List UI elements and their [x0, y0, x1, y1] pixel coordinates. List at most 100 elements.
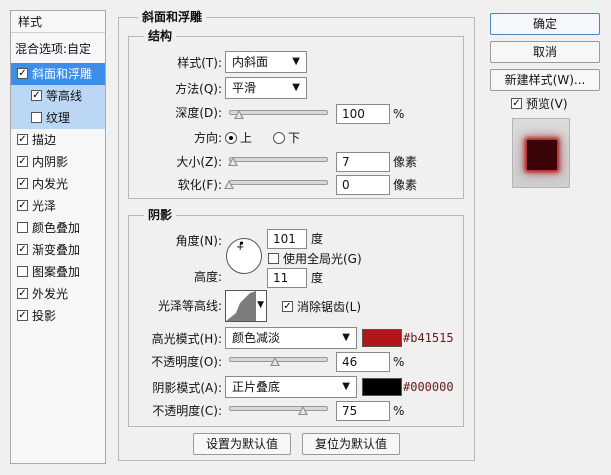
shadow-opacity-input[interactable]: 75	[336, 401, 390, 421]
checkbox-icon[interactable]	[31, 112, 42, 123]
checkbox-icon[interactable]: ✓	[17, 200, 28, 211]
chevron-down-icon: ▼	[292, 56, 300, 67]
make-default-button[interactable]: 设置为默认值	[193, 433, 291, 455]
antialias-label: 消除锯齿(L)	[297, 300, 362, 314]
depth-slider-thumb[interactable]	[233, 110, 244, 119]
effect-item-label: 投影	[32, 309, 57, 323]
effect-item-label: 纹理	[46, 111, 71, 125]
new-style-button[interactable]: 新建样式(W)...	[490, 69, 600, 91]
preview-label: 预览(V)	[526, 97, 568, 111]
chevron-down-icon: ▼	[342, 381, 350, 392]
checkbox-icon[interactable]	[17, 222, 28, 233]
checkbox-icon[interactable]: ✓	[17, 288, 28, 299]
cancel-button[interactable]: 取消	[490, 41, 600, 63]
depth-unit: %	[393, 107, 405, 121]
checkbox-icon[interactable]: ✓	[17, 68, 28, 79]
size-unit: 像素	[393, 155, 418, 169]
preview-sample-swatch	[527, 140, 557, 170]
effect-item[interactable]: 颜色叠加	[11, 217, 105, 239]
soften-label: 软化(F):	[177, 178, 222, 192]
checkbox-icon[interactable]: ✓	[17, 244, 28, 255]
radio-on-icon	[225, 131, 237, 144]
effect-item[interactable]: ✓ 斜面和浮雕	[11, 63, 105, 85]
highlight-opacity-slider-thumb[interactable]	[269, 357, 280, 366]
altitude-input[interactable]: 11	[267, 268, 307, 288]
soften-slider-thumb[interactable]	[224, 180, 234, 189]
checkbox-icon[interactable]: ✓	[17, 156, 28, 167]
checkbox-icon[interactable]: ✓	[17, 134, 28, 145]
effect-item-label: 描边	[32, 133, 57, 147]
effect-item[interactable]: ✓ 外发光	[11, 283, 105, 305]
effect-item-label: 光泽	[32, 199, 57, 213]
blending-options-item[interactable]: 混合选项:自定	[11, 38, 105, 60]
highlight-color-swatch[interactable]	[362, 329, 402, 347]
effect-item-label: 图案叠加	[32, 265, 81, 279]
shadow-opacity-slider-thumb[interactable]	[298, 406, 309, 415]
altitude-label: 高度:	[193, 270, 222, 284]
effect-item[interactable]: ✓ 内发光	[11, 173, 105, 195]
effect-item[interactable]: ✓ 投影	[11, 305, 105, 327]
contour-curve-icon	[226, 291, 256, 321]
highlight-opacity-label: 不透明度(O):	[151, 355, 222, 369]
size-input[interactable]: 7	[336, 152, 390, 172]
style-select-value: 内斜面	[232, 55, 269, 69]
chevron-down-icon: ▼	[342, 332, 350, 343]
ok-button[interactable]: 确定	[490, 13, 600, 35]
shadow-opacity-slider-track[interactable]	[229, 406, 328, 411]
effect-item-label: 渐变叠加	[32, 243, 81, 257]
checkbox-icon[interactable]	[17, 266, 28, 277]
reset-default-button[interactable]: 复位为默认值	[302, 433, 400, 455]
direction-label: 方向:	[193, 131, 222, 145]
effect-item[interactable]: 图案叠加	[11, 261, 105, 283]
effect-item[interactable]: 纹理	[11, 107, 105, 129]
effect-item[interactable]: ✓ 描边	[11, 129, 105, 151]
checkbox-icon[interactable]: ✓	[17, 310, 28, 321]
highlight-opacity-input[interactable]: 46	[336, 352, 390, 372]
altitude-unit: 度	[311, 271, 324, 285]
shadow-color-hex: #000000	[403, 380, 454, 394]
technique-select[interactable]: 平滑 ▼	[225, 77, 307, 99]
global-light-label: 使用全局光(G)	[283, 252, 362, 266]
shading-title: 阴影	[144, 208, 177, 222]
highlight-mode-select[interactable]: 颜色减淡 ▼	[225, 327, 357, 349]
highlight-mode-value: 颜色减淡	[232, 331, 281, 345]
style-select[interactable]: 内斜面 ▼	[225, 51, 307, 73]
depth-input[interactable]: 100	[336, 104, 390, 124]
effect-item-label: 颜色叠加	[32, 221, 81, 235]
soften-input[interactable]: 0	[336, 175, 390, 195]
styles-header[interactable]: 样式	[11, 11, 105, 33]
depth-label: 深度(D):	[175, 106, 222, 120]
effect-item[interactable]: ✓ 等高线	[11, 85, 105, 107]
shadow-color-swatch[interactable]	[362, 378, 402, 396]
angle-input[interactable]: 101	[267, 229, 307, 249]
effect-item[interactable]: ✓ 内阴影	[11, 151, 105, 173]
checkbox-icon[interactable]: ✓	[31, 90, 42, 101]
direction-down-radio[interactable]: 下	[273, 130, 300, 146]
shadow-opacity-label: 不透明度(C):	[152, 404, 222, 418]
size-slider-thumb[interactable]	[227, 157, 238, 166]
preview-checkbox[interactable]: ✓ 预览(V)	[511, 96, 568, 112]
shadow-mode-select[interactable]: 正片叠底 ▼	[225, 376, 357, 398]
style-preview-thumbnail	[512, 118, 570, 188]
angle-dial[interactable]: +	[225, 237, 263, 275]
direction-up-radio[interactable]: 上	[225, 130, 252, 146]
effect-item-label: 内发光	[32, 177, 69, 191]
global-light-checkbox[interactable]: 使用全局光(G)	[268, 251, 362, 267]
size-slider-track[interactable]	[229, 157, 328, 162]
styles-list-panel: 样式 混合选项:自定 ✓ 斜面和浮雕 ✓ 等高线 纹理 ✓ 描边 ✓ 内阴影 ✓ 内发光 ✓ 光泽 颜色叠…	[10, 10, 106, 464]
effect-item[interactable]: ✓ 光泽	[11, 195, 105, 217]
checkbox-icon[interactable]: ✓	[17, 178, 28, 189]
gloss-contour-label: 光泽等高线:	[157, 299, 222, 313]
highlight-mode-label: 高光模式(H):	[151, 332, 222, 346]
soften-slider-track[interactable]	[229, 180, 328, 185]
shadow-opacity-unit: %	[393, 404, 405, 418]
antialias-checkbox[interactable]: ✓ 消除锯齿(L)	[282, 299, 361, 315]
soften-unit: 像素	[393, 178, 418, 192]
chevron-down-icon: ▼	[257, 300, 264, 310]
checkbox-icon: ✓	[511, 98, 522, 109]
angle-unit: 度	[311, 232, 324, 246]
highlight-color-hex: #b41515	[403, 331, 454, 345]
effect-item[interactable]: ✓ 渐变叠加	[11, 239, 105, 261]
svg-text:+: +	[236, 242, 244, 253]
gloss-contour-picker[interactable]: ▼	[225, 290, 267, 322]
